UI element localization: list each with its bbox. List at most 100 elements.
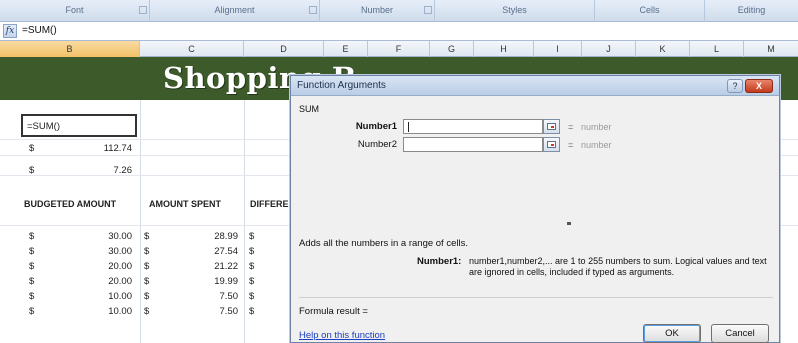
currency-symbol: $ [29,143,35,154]
range-select-icon [547,123,556,130]
argument-equals: = [568,140,574,150]
column-header-k[interactable]: K [636,41,690,57]
ribbon-group-styles[interactable]: Styles [435,0,595,22]
currency-symbol: $ [249,261,255,272]
argument-help-text: number1,number2,... are 1 to 255 numbers… [469,256,767,277]
ribbon-group-alignment-label: Alignment [214,5,255,15]
cell-total-value[interactable]: 112.74 [70,143,132,154]
formula-bar[interactable]: fx =SUM() [0,22,798,41]
number1-input[interactable] [403,119,543,134]
ribbon-group-font-label: Font [65,5,84,15]
dialog-launcher-icon[interactable] [139,6,147,14]
header-difference[interactable]: DIFFERE [250,199,289,209]
column-header-j[interactable]: J [582,41,636,57]
dialog-launcher-icon[interactable] [424,6,432,14]
currency-symbol: $ [29,291,35,302]
function-name: SUM [299,104,319,114]
grid-line [140,100,141,343]
column-header-i[interactable]: I [534,41,582,57]
argument-value-number2: number [581,140,612,150]
ribbon-group-font[interactable]: Font [0,0,150,22]
formula-result: Formula result = [299,306,368,317]
cell-spent[interactable]: 21.22 [180,261,238,272]
formula-bar-content[interactable]: =SUM() [22,25,57,36]
ribbon-group-number[interactable]: Number [320,0,435,22]
ribbon-group-number-label: Number [360,5,393,15]
collapse-dialog-icon[interactable] [543,119,560,134]
argument-label-number2: Number2 [357,139,397,150]
currency-symbol: $ [249,231,255,242]
column-header-c[interactable]: C [140,41,244,57]
ribbon-group-styles-label: Styles [502,5,527,15]
currency-symbol: $ [29,306,35,317]
active-cell[interactable]: =SUM() [21,114,137,137]
column-header-f[interactable]: F [368,41,430,57]
insert-function-icon[interactable]: fx [3,24,17,38]
argument-value-number1: number [581,122,612,132]
currency-symbol: $ [29,276,35,287]
dialog-launcher-icon[interactable] [309,6,317,14]
ribbon-group-editing-label: Editing [737,5,766,15]
active-cell-value: =SUM() [27,121,60,132]
currency-symbol: $ [144,306,150,317]
cell-budgeted[interactable]: 10.00 [70,306,132,317]
cell-budgeted[interactable]: 30.00 [70,231,132,242]
currency-symbol: $ [29,165,35,176]
column-header-e[interactable]: E [324,41,368,57]
header-budgeted-amount[interactable]: BUDGETED AMOUNT [24,199,116,209]
column-headers: B C D E F G H I J K L M [0,41,798,57]
currency-symbol: $ [29,231,35,242]
cell-spent[interactable]: 27.54 [180,246,238,257]
header-amount-spent[interactable]: AMOUNT SPENT [149,199,221,209]
currency-symbol: $ [144,246,150,257]
currency-symbol: $ [144,291,150,302]
cell-remaining-value[interactable]: 7.26 [70,165,133,176]
scroll-marker [567,222,571,225]
currency-symbol: $ [249,246,255,257]
cell-budgeted[interactable]: 30.00 [70,246,132,257]
cell-budgeted[interactable]: 20.00 [70,261,132,272]
argument-label-number1: Number1 [355,121,397,132]
close-icon[interactable]: X [745,79,773,93]
argument-help-label: Number1: [417,256,462,267]
column-header-g[interactable]: G [430,41,474,57]
column-header-h[interactable]: H [474,41,534,57]
cell-spent[interactable]: 19.99 [180,276,238,287]
text-caret [408,122,409,132]
number2-input[interactable] [403,137,543,152]
cell-spent[interactable]: 28.99 [180,231,238,242]
column-header-m[interactable]: M [744,41,798,57]
currency-symbol: $ [249,291,255,302]
column-header-l[interactable]: L [690,41,744,57]
ribbon-group-cells-label: Cells [639,5,660,15]
currency-symbol: $ [144,231,150,242]
collapse-dialog-icon[interactable] [543,137,560,152]
ok-button[interactable]: OK [643,324,701,343]
help-icon[interactable]: ? [727,79,743,93]
argument-equals: = [568,122,574,132]
currency-symbol: $ [144,261,150,272]
ribbon-group-alignment[interactable]: Alignment [150,0,320,22]
divider [299,297,773,298]
currency-symbol: $ [249,306,255,317]
currency-symbol: $ [29,246,35,257]
cell-budgeted[interactable]: 10.00 [70,291,132,302]
currency-symbol: $ [144,276,150,287]
function-description: Adds all the numbers in a range of cells… [299,238,468,249]
currency-symbol: $ [249,276,255,287]
cell-budgeted[interactable]: 20.00 [70,276,132,287]
ribbon-group-editing[interactable]: Editing [705,0,798,22]
function-arguments-dialog[interactable]: Function Arguments ? X SUM Number1 = num… [290,75,780,343]
cancel-button[interactable]: Cancel [711,324,769,343]
column-header-b[interactable]: B [0,41,140,57]
help-on-function-link[interactable]: Help on this function [299,330,385,341]
ribbon-group-cells[interactable]: Cells [595,0,705,22]
cell-spent[interactable]: 7.50 [180,306,239,317]
currency-symbol: $ [29,261,35,272]
range-select-icon [547,141,556,148]
dialog-title: Function Arguments [297,80,386,91]
cell-spent[interactable]: 7.50 [180,291,239,302]
grid-line [244,100,245,343]
column-header-d[interactable]: D [244,41,324,57]
dialog-title-bar[interactable]: Function Arguments ? X [291,76,779,96]
